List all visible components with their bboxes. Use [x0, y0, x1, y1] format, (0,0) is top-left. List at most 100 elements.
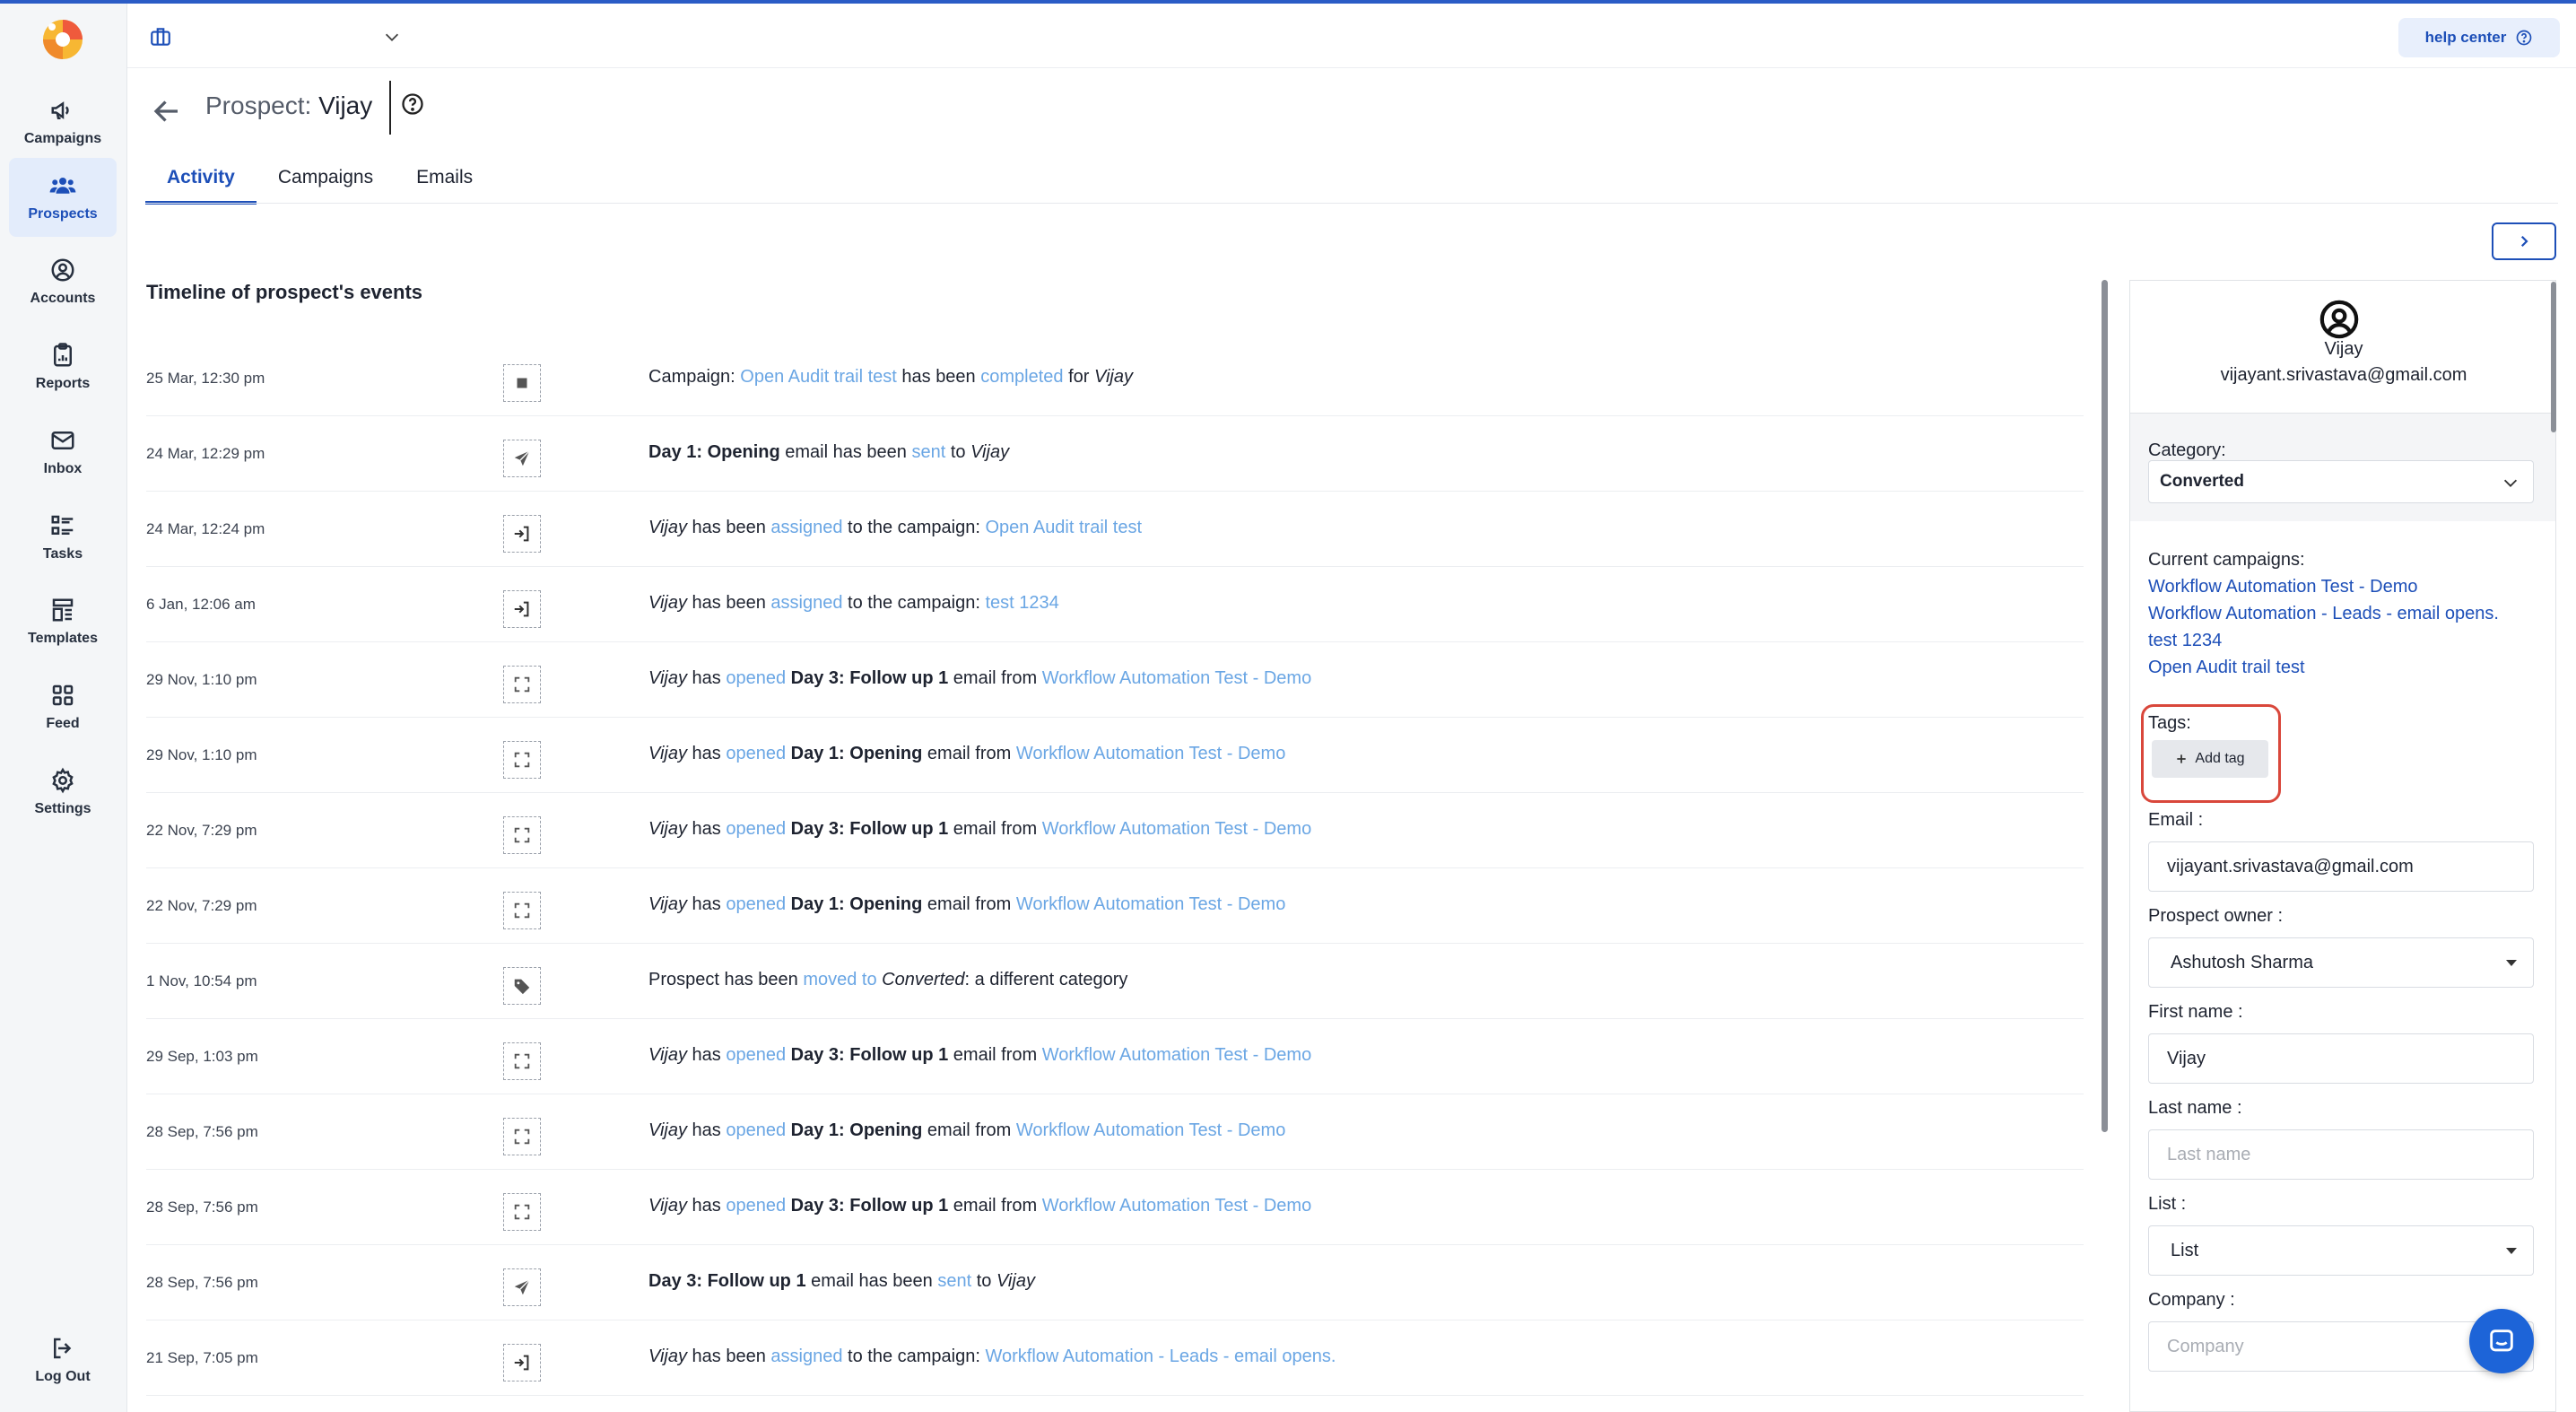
event-link[interactable]: opened — [726, 1045, 786, 1065]
user-circle-icon — [51, 258, 74, 282]
event-date: 29 Nov, 1:10 pm — [146, 746, 257, 763]
tab-campaigns[interactable]: Campaigns — [257, 151, 395, 205]
prospect-email: vijayant.srivastava@gmail.com — [2220, 365, 2467, 385]
event-link[interactable]: opened — [726, 1196, 786, 1216]
timeline-row: 28 Sep, 7:56 pm Vijay has opened Day 3: F… — [146, 1170, 2084, 1245]
sidebar-item-reports[interactable]: Reports — [9, 327, 117, 406]
open-icon — [503, 666, 541, 703]
sidebar-item-settings[interactable]: Settings — [9, 753, 117, 832]
event-text: Vijay — [1093, 367, 1133, 387]
prospect-name: Vijay — [2324, 339, 2363, 359]
campaign-link[interactable]: test 1234 — [2148, 631, 2222, 651]
campaign-link[interactable]: Workflow Automation - Leads - email open… — [2148, 604, 2499, 624]
tab-activity[interactable]: Activity — [145, 151, 257, 205]
category-label: Category: — [2148, 440, 2226, 460]
campaign-link[interactable]: Workflow Automation Test - Demo — [2148, 577, 2418, 597]
event-link[interactable]: sent — [937, 1271, 971, 1291]
question-circle-icon[interactable] — [400, 92, 425, 117]
event-date: 29 Nov, 1:10 pm — [146, 671, 257, 688]
event-text: email from — [922, 744, 1016, 763]
event-link[interactable]: Workflow Automation Test - Demo — [1016, 894, 1286, 914]
event-description: Vijay has opened Day 3: Follow up 1 emai… — [648, 819, 1311, 840]
app-logo-icon[interactable] — [39, 16, 86, 63]
sidebar-item-templates[interactable]: Templates — [9, 582, 117, 661]
help-center-button[interactable]: help center — [2398, 18, 2560, 57]
event-link[interactable]: opened — [726, 744, 786, 763]
event-text: Day 3: Follow up 1 — [790, 1045, 949, 1065]
open-icon — [503, 816, 541, 854]
sidebar-item-tasks[interactable]: Tasks — [9, 498, 117, 577]
event-link[interactable]: opened — [726, 668, 786, 688]
event-link[interactable]: opened — [726, 1120, 786, 1140]
event-link[interactable]: opened — [726, 894, 786, 914]
event-link[interactable]: sent — [911, 442, 945, 462]
event-link[interactable]: opened — [726, 819, 786, 839]
event-text: Vijay — [648, 668, 687, 688]
panel-scrollbar[interactable] — [2551, 282, 2556, 432]
event-text: email from — [922, 894, 1016, 914]
event-link[interactable]: Workflow Automation Test - Demo — [1042, 1196, 1312, 1216]
event-link[interactable]: completed — [980, 367, 1063, 387]
timeline-scrollbar[interactable] — [2102, 280, 2108, 1132]
event-link[interactable]: test 1234 — [985, 593, 1058, 613]
logout-icon — [54, 1338, 72, 1359]
event-text: Vijay — [648, 894, 687, 914]
sidebar-item-feed[interactable]: Feed — [9, 667, 117, 746]
tab-emails[interactable]: Emails — [395, 151, 494, 205]
add-tag-button[interactable]: Add tag — [2152, 740, 2268, 778]
event-link[interactable]: Workflow Automation Test - Demo — [1042, 668, 1312, 688]
event-text: has — [687, 1120, 727, 1140]
event-link[interactable]: assigned — [770, 1347, 842, 1366]
back-arrow-icon[interactable] — [151, 95, 183, 127]
timeline-row: 25 Mar, 12:30 pm Campaign: Open Audit tra… — [146, 341, 2084, 416]
logout-button[interactable]: Log Out — [9, 1320, 117, 1399]
event-link[interactable]: Open Audit trail test — [740, 367, 897, 387]
event-text: Vijay — [648, 518, 687, 537]
template-icon — [52, 598, 74, 622]
event-text: to — [971, 1271, 996, 1291]
timeline-row: 24 Mar, 12:29 pm Day 1: Opening email has… — [146, 416, 2084, 492]
event-link[interactable]: moved to — [803, 970, 876, 989]
event-link[interactable]: Workflow Automation Test - Demo — [1042, 1045, 1312, 1065]
first-name-field[interactable] — [2148, 1033, 2534, 1084]
event-link[interactable]: Workflow Automation Test - Demo — [1016, 1120, 1286, 1140]
category-select[interactable]: Converted — [2148, 460, 2534, 503]
event-link[interactable]: Workflow Automation Test - Demo — [1042, 819, 1312, 839]
sidebar-item-inbox[interactable]: Inbox — [9, 413, 117, 492]
list-select[interactable]: List — [2148, 1225, 2534, 1276]
prospect-owner-select[interactable]: Ashutosh Sharma — [2148, 937, 2534, 988]
collapse-panel-button[interactable] — [2492, 222, 2556, 260]
workspace-icon[interactable] — [149, 25, 172, 48]
stop-icon — [503, 364, 541, 402]
event-link[interactable]: assigned — [770, 593, 842, 613]
event-link[interactable]: assigned — [770, 518, 842, 537]
chevron-right-icon — [2520, 235, 2528, 248]
event-text: has — [687, 668, 727, 688]
event-description: Day 3: Follow up 1 email has been sent t… — [648, 1271, 1035, 1292]
page-title: Prospect: Vijay — [205, 92, 372, 120]
event-description: Vijay has opened Day 3: Follow up 1 emai… — [648, 1045, 1311, 1066]
event-date: 22 Nov, 7:29 pm — [146, 897, 257, 914]
event-description: Vijay has opened Day 3: Follow up 1 emai… — [648, 1196, 1311, 1216]
event-text: Vijay — [970, 442, 1010, 462]
open-icon — [503, 1193, 541, 1231]
event-link[interactable]: Workflow Automation Test - Demo — [1016, 744, 1286, 763]
first-name-label: First name : — [2148, 1002, 2243, 1022]
event-text: has — [687, 1196, 727, 1216]
sidebar-item-label: Feed — [46, 716, 80, 731]
timeline-row: 24 Mar, 12:24 pm Vijay has been assigned … — [146, 492, 2084, 567]
sidebar-item-accounts[interactable]: Accounts — [9, 242, 117, 321]
timeline-row: 1 Nov, 10:54 pm Prospect has been moved t… — [146, 944, 2084, 1019]
chevron-down-icon[interactable] — [382, 27, 402, 47]
event-link[interactable]: Open Audit trail test — [985, 518, 1142, 537]
sidebar-item-campaigns[interactable]: Campaigns — [9, 83, 117, 161]
chat-support-button[interactable] — [2469, 1309, 2534, 1373]
email-field[interactable] — [2148, 841, 2534, 892]
event-text: to the campaign: — [842, 593, 986, 613]
campaign-link[interactable]: Open Audit trail test — [2148, 658, 2305, 678]
sidebar-item-prospects[interactable]: Prospects — [9, 158, 117, 237]
event-link[interactable]: Workflow Automation - Leads - email open… — [985, 1347, 1336, 1366]
send-icon — [503, 1268, 541, 1306]
plus-icon — [2177, 754, 2187, 763]
last-name-field[interactable] — [2148, 1129, 2534, 1180]
